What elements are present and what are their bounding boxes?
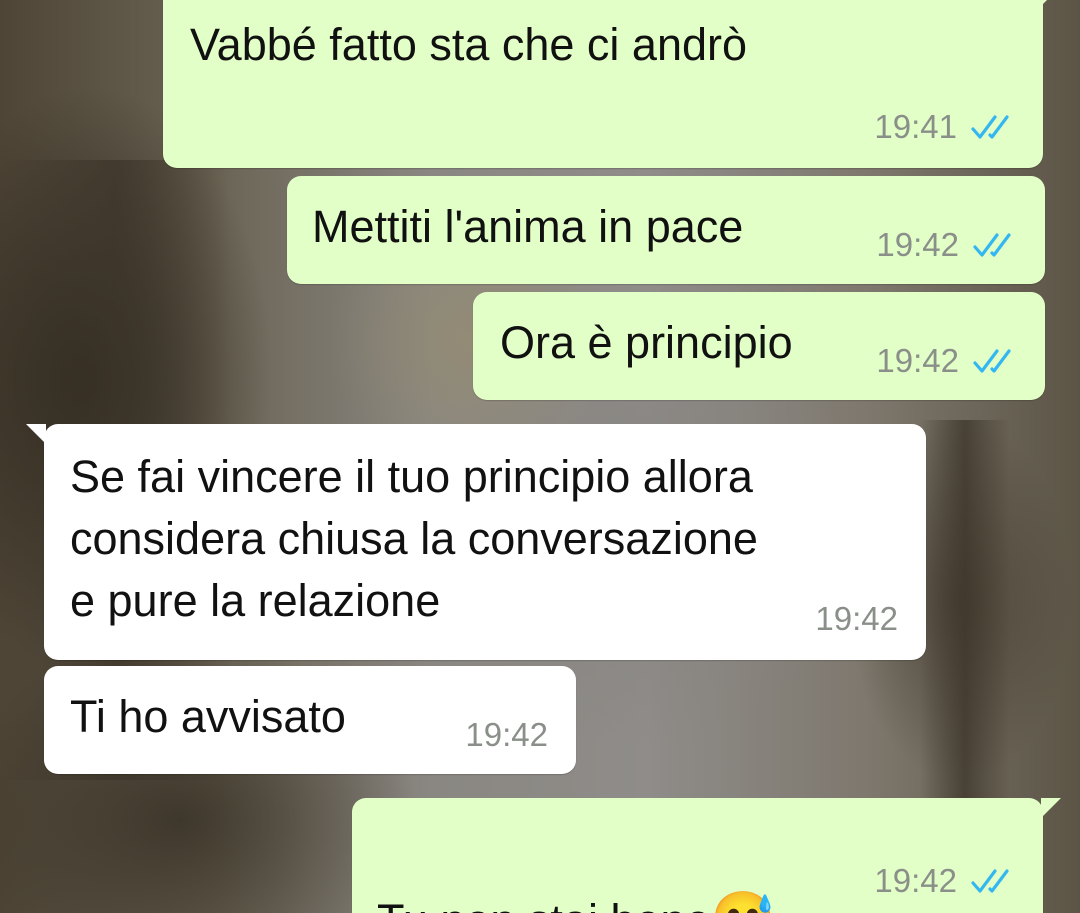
message-time: 19:42 bbox=[876, 342, 959, 379]
message-time: 19:42 bbox=[815, 600, 898, 637]
message-time: 19:41 bbox=[874, 108, 957, 145]
message-time: 19:42 bbox=[465, 716, 548, 753]
double-check-icon bbox=[973, 233, 1011, 257]
message-bubble-outgoing[interactable]: Ora è principio 19:42 bbox=[473, 292, 1045, 400]
message-meta: 19:42 bbox=[465, 716, 548, 754]
message-time: 19:42 bbox=[876, 226, 959, 263]
message-meta: 19:42 bbox=[876, 342, 1019, 380]
grinning-sweat-emoji-icon: 😅 bbox=[711, 890, 776, 913]
message-text: Mettiti l'anima in pace bbox=[312, 201, 744, 252]
message-text: Ora è principio bbox=[500, 317, 793, 368]
message-meta: 19:42 bbox=[815, 600, 898, 638]
message-text: Vabbé fatto sta che ci andrò bbox=[190, 19, 748, 70]
message-text-content: Tu non stai bene bbox=[377, 895, 711, 913]
message-time: 19:42 bbox=[874, 862, 957, 899]
double-check-icon bbox=[971, 115, 1009, 139]
message-bubble-incoming[interactable]: Ti ho avvisato 19:42 bbox=[44, 666, 576, 774]
message-text: Tu non stai bene😅 bbox=[377, 826, 775, 913]
wallpaper-detail bbox=[920, 420, 1010, 800]
message-meta: 19:42 bbox=[876, 226, 1019, 264]
message-bubble-incoming[interactable]: Se fai vincere il tuo principio allora c… bbox=[26, 424, 926, 660]
double-check-icon bbox=[973, 349, 1011, 373]
message-meta: 19:42 bbox=[874, 862, 1017, 900]
message-bubble-outgoing[interactable]: Mettiti l'anima in pace 19:42 bbox=[287, 176, 1045, 284]
message-text: Se fai vincere il tuo principio allora c… bbox=[70, 451, 758, 626]
message-bubble-outgoing[interactable]: Vabbé fatto sta che ci andrò 19:41 bbox=[163, 0, 1061, 168]
message-text: Ti ho avvisato bbox=[70, 691, 346, 742]
message-bubble-outgoing[interactable]: Tu non stai bene😅 19:42 bbox=[352, 798, 1061, 913]
double-check-icon bbox=[971, 869, 1009, 893]
message-meta: 19:41 bbox=[874, 108, 1017, 146]
